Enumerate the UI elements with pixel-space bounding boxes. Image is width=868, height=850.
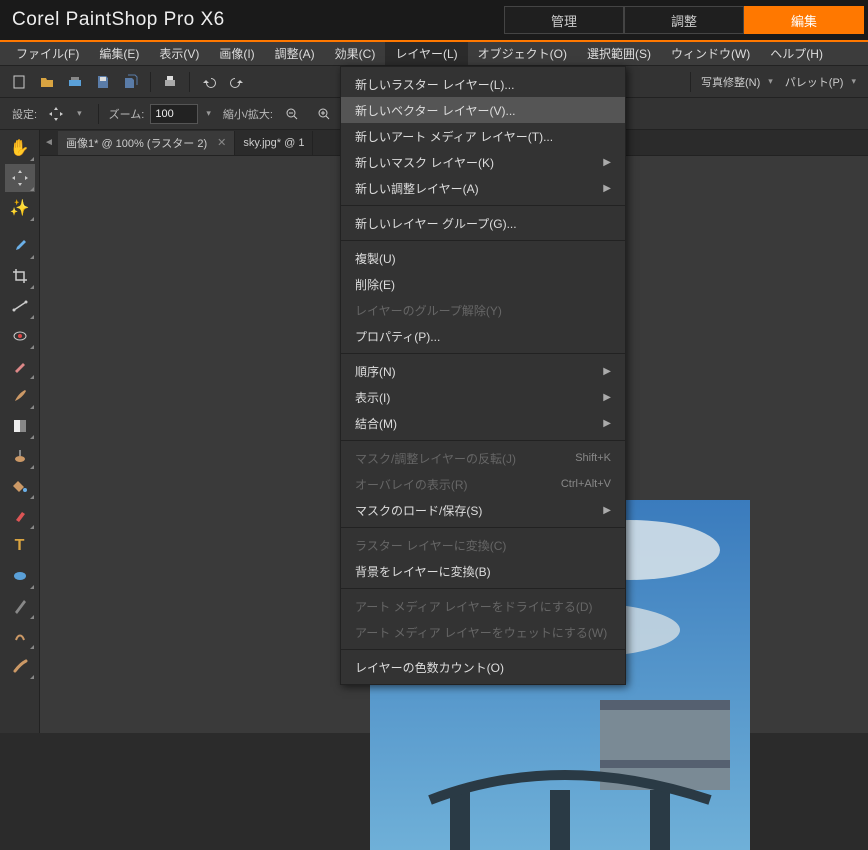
photofix-label[interactable]: 写真修整(N) xyxy=(697,74,764,90)
palette-drop-icon[interactable]: ▾ xyxy=(849,76,862,87)
save-icon[interactable] xyxy=(90,69,116,95)
palette-label[interactable]: パレット(P) xyxy=(781,74,848,90)
menu-artmedia-dry: アート メディア レイヤーをドライにする(D) xyxy=(341,593,625,619)
crop-tool-icon[interactable] xyxy=(5,262,35,290)
mode-tab-edit[interactable]: 編集 xyxy=(744,6,864,34)
menu-new-raster-layer[interactable]: 新しいラスター レイヤー(L)... xyxy=(341,71,625,97)
menu-edit[interactable]: 編集(E) xyxy=(89,42,149,65)
warp-tool-icon[interactable] xyxy=(5,622,35,650)
preset-drop-icon[interactable]: ▾ xyxy=(75,108,88,119)
menu-selection[interactable]: 選択範囲(S) xyxy=(577,42,661,65)
shape-tool-icon[interactable] xyxy=(5,562,35,590)
undo-icon[interactable] xyxy=(196,69,222,95)
menu-order[interactable]: 順序(N)▶ xyxy=(341,358,625,384)
mode-tab-manage[interactable]: 管理 xyxy=(504,6,624,34)
settings-label: 設定: xyxy=(12,106,37,122)
menu-show-overlay: オーバレイの表示(R)Ctrl+Alt+V xyxy=(341,471,625,497)
print-icon[interactable] xyxy=(157,69,183,95)
magic-wand-tool-icon[interactable]: ✨ xyxy=(5,194,35,222)
zoom-input[interactable] xyxy=(150,104,198,124)
menu-bg-to-layer[interactable]: 背景をレイヤーに変換(B) xyxy=(341,558,625,584)
doc-tab-close-icon[interactable]: ✕ xyxy=(217,136,226,149)
menu-color-count[interactable]: レイヤーの色数カウント(O) xyxy=(341,654,625,680)
menu-adjust[interactable]: 調整(A) xyxy=(265,42,325,65)
eyedropper-tool-icon[interactable] xyxy=(5,232,35,260)
submenu-arrow-icon: ▶ xyxy=(603,392,611,403)
menu-mask-loadsave[interactable]: マスクのロード/保存(S)▶ xyxy=(341,497,625,523)
submenu-arrow-icon: ▶ xyxy=(603,505,611,516)
layers-menu-dropdown: 新しいラスター レイヤー(L)... 新しいベクター レイヤー(V)... 新し… xyxy=(340,66,626,685)
menu-new-mask-layer[interactable]: 新しいマスク レイヤー(K)▶ xyxy=(341,149,625,175)
doc-tab-other[interactable]: sky.jpg* @ 1 xyxy=(235,131,313,155)
redo-icon[interactable] xyxy=(224,69,250,95)
doc-tab-prev-icon[interactable]: ◄ xyxy=(40,137,58,148)
submenu-arrow-icon: ▶ xyxy=(603,183,611,194)
ratio-label: 縮小/拡大: xyxy=(223,106,273,122)
menu-help[interactable]: ヘルプ(H) xyxy=(760,42,833,65)
save-all-icon[interactable] xyxy=(118,69,144,95)
clone-tool-icon[interactable] xyxy=(5,442,35,470)
app-title: Corel PaintShop Pro X6 xyxy=(12,9,225,31)
menu-properties[interactable]: プロパティ(P)... xyxy=(341,323,625,349)
redeye-tool-icon[interactable] xyxy=(5,322,35,350)
menu-objects[interactable]: オブジェクト(O) xyxy=(468,42,577,65)
open-file-icon[interactable] xyxy=(34,69,60,95)
menu-to-raster: ラスター レイヤーに変換(C) xyxy=(341,532,625,558)
mode-tab-adjust[interactable]: 調整 xyxy=(624,6,744,34)
menu-delete[interactable]: 削除(E) xyxy=(341,271,625,297)
menu-merge[interactable]: 結合(M)▶ xyxy=(341,410,625,436)
menu-duplicate[interactable]: 複製(U) xyxy=(341,245,625,271)
menu-new-artmedia-layer[interactable]: 新しいアート メディア レイヤー(T)... xyxy=(341,123,625,149)
twain-icon[interactable] xyxy=(62,69,88,95)
menu-invert-mask: マスク/調整レイヤーの反転(J)Shift+K xyxy=(341,445,625,471)
submenu-arrow-icon: ▶ xyxy=(603,157,611,168)
doc-tab-label: 画像1* @ 100% (ラスター 2) xyxy=(66,135,207,151)
submenu-arrow-icon: ▶ xyxy=(603,366,611,377)
zoom-drop-icon[interactable]: ▾ xyxy=(204,108,217,119)
menu-window[interactable]: ウィンドウ(W) xyxy=(661,42,760,65)
paintbrush-tool-icon[interactable] xyxy=(5,382,35,410)
oil-brush-tool-icon[interactable] xyxy=(5,652,35,680)
zoom-in-small-icon[interactable] xyxy=(311,101,337,127)
menu-effects[interactable]: 効果(C) xyxy=(325,42,386,65)
straighten-tool-icon[interactable] xyxy=(5,292,35,320)
move-preset-icon[interactable] xyxy=(43,101,69,127)
gradient-tool-icon[interactable] xyxy=(5,412,35,440)
submenu-arrow-icon: ▶ xyxy=(603,418,611,429)
menu-new-group[interactable]: 新しいレイヤー グループ(G)... xyxy=(341,210,625,236)
pan-tool-icon[interactable]: ✋ xyxy=(5,134,35,162)
zoom-label: ズーム: xyxy=(109,106,145,122)
menu-image[interactable]: 画像(I) xyxy=(209,42,264,65)
menu-ungroup: レイヤーのグループ解除(Y) xyxy=(341,297,625,323)
pen-tool-icon[interactable] xyxy=(5,592,35,620)
menu-new-vector-layer[interactable]: 新しいベクター レイヤー(V)... xyxy=(341,97,625,123)
menu-file[interactable]: ファイル(F) xyxy=(6,42,89,65)
picture-tube-tool-icon[interactable] xyxy=(5,502,35,530)
move-tool-icon[interactable] xyxy=(5,164,35,192)
photofix-drop-icon[interactable]: ▾ xyxy=(766,76,779,87)
text-tool-icon[interactable]: T xyxy=(5,532,35,560)
doc-tab-active[interactable]: 画像1* @ 100% (ラスター 2) ✕ xyxy=(58,131,235,155)
menu-display[interactable]: 表示(I)▶ xyxy=(341,384,625,410)
fill-tool-icon[interactable] xyxy=(5,472,35,500)
menu-layers[interactable]: レイヤー(L) xyxy=(385,42,467,65)
menu-artmedia-wet: アート メディア レイヤーをウェットにする(W) xyxy=(341,619,625,645)
new-file-icon[interactable] xyxy=(6,69,32,95)
menu-view[interactable]: 表示(V) xyxy=(149,42,209,65)
zoom-out-small-icon[interactable] xyxy=(279,101,305,127)
makeup-tool-icon[interactable] xyxy=(5,352,35,380)
menu-new-adjust-layer[interactable]: 新しい調整レイヤー(A)▶ xyxy=(341,175,625,201)
